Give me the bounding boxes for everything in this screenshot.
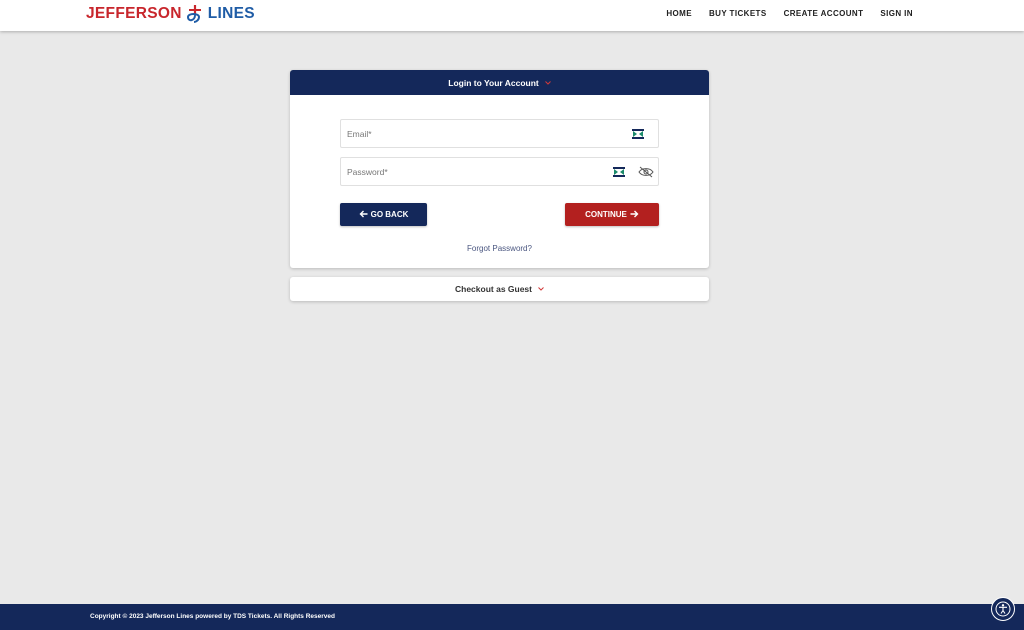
arrow-left-icon [359, 210, 368, 220]
password-field [340, 157, 659, 186]
login-title: Login to Your Account [448, 77, 539, 88]
copyright-text: Copyright © 2023 Jefferson Lines powered… [90, 613, 335, 620]
email-field [340, 119, 659, 148]
password-manager-icon[interactable] [632, 129, 644, 139]
email-input[interactable] [341, 120, 591, 147]
nav-sign-in-link[interactable]: SIGN IN [880, 9, 913, 18]
forgot-password-link[interactable]: Forgot Password? [290, 244, 709, 253]
chevron-down-icon [544, 80, 551, 85]
main-nav: HOME BUY TICKETS CREATE ACCOUNT SIGN IN [666, 9, 913, 18]
login-card: Login to Your Account Email* GO BACK CON… [290, 70, 709, 268]
continue-button[interactable]: CONTINUE [565, 203, 659, 226]
brand-word-jefferson: JEFFERSON [86, 5, 182, 22]
go-back-label: GO BACK [370, 210, 409, 219]
login-accordion-header[interactable]: Login to Your Account [290, 70, 709, 95]
brand-logo[interactable]: JEFFERSON LINES [86, 3, 255, 25]
nav-buy-tickets-link[interactable]: BUY TICKETS [709, 9, 767, 18]
arrow-right-icon [630, 210, 639, 220]
guest-checkout-label: Checkout as Guest [455, 284, 532, 294]
nav-home-link[interactable]: HOME [666, 9, 692, 18]
nav-create-account-link[interactable]: CREATE ACCOUNT [784, 9, 864, 18]
continue-label: CONTINUE [585, 210, 627, 219]
eye-off-icon[interactable] [638, 166, 654, 178]
brand-mark-icon [186, 4, 204, 24]
accessibility-icon[interactable] [991, 597, 1015, 621]
go-back-button[interactable]: GO BACK [340, 203, 427, 226]
password-input[interactable] [341, 158, 591, 185]
password-manager-icon[interactable] [613, 167, 625, 177]
chevron-down-icon [538, 287, 544, 291]
brand-word-lines: LINES [207, 5, 255, 22]
guest-checkout-accordion[interactable]: Checkout as Guest [290, 277, 709, 301]
site-header: JEFFERSON LINES HOME BUY TICKETS CREATE … [0, 0, 1024, 31]
site-footer: Copyright © 2023 Jefferson Lines powered… [0, 604, 1024, 630]
